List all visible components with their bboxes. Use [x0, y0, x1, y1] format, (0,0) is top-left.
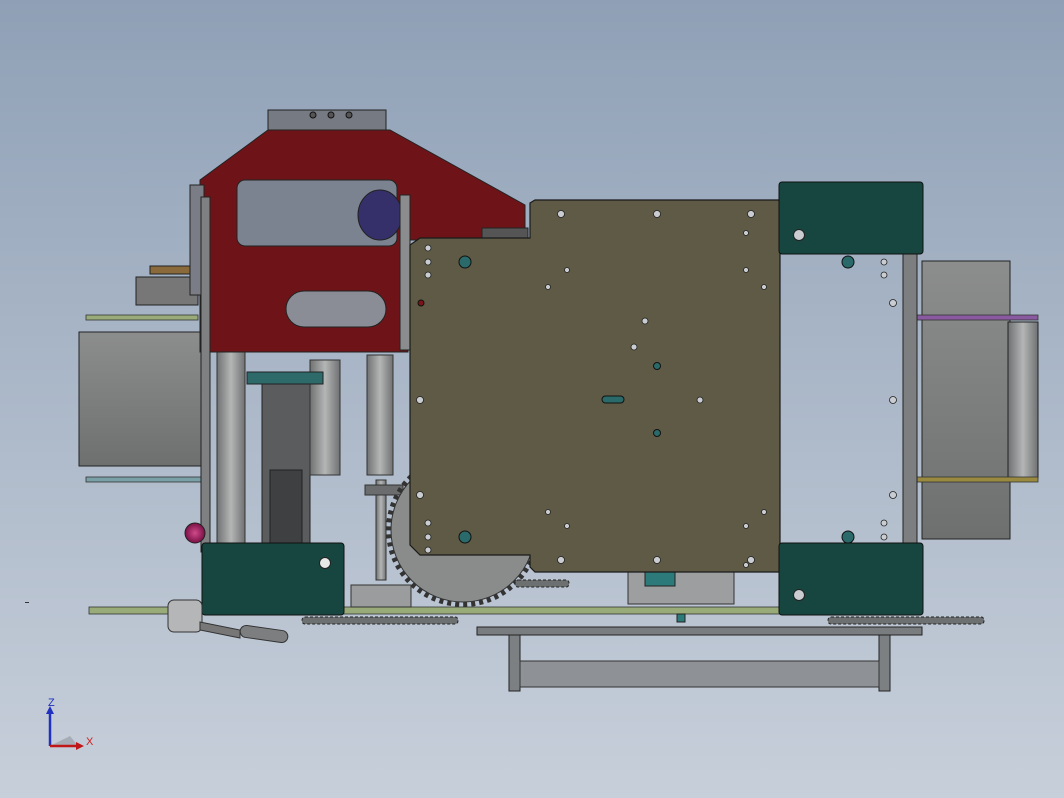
stray-mark: [25, 602, 29, 603]
base-stand: [476, 626, 923, 692]
triad-plane: [50, 736, 78, 746]
axis-triad: Z X: [46, 697, 94, 750]
lower-motor: [627, 571, 735, 623]
main-plate: [409, 199, 918, 573]
left-housing: [78, 265, 204, 467]
x-axis-arrow: [76, 742, 84, 750]
z-axis-label: Z: [48, 697, 55, 709]
right-housing: [921, 260, 1039, 540]
x-axis-label: X: [86, 736, 94, 748]
cad-viewport[interactable]: [0, 0, 1064, 798]
